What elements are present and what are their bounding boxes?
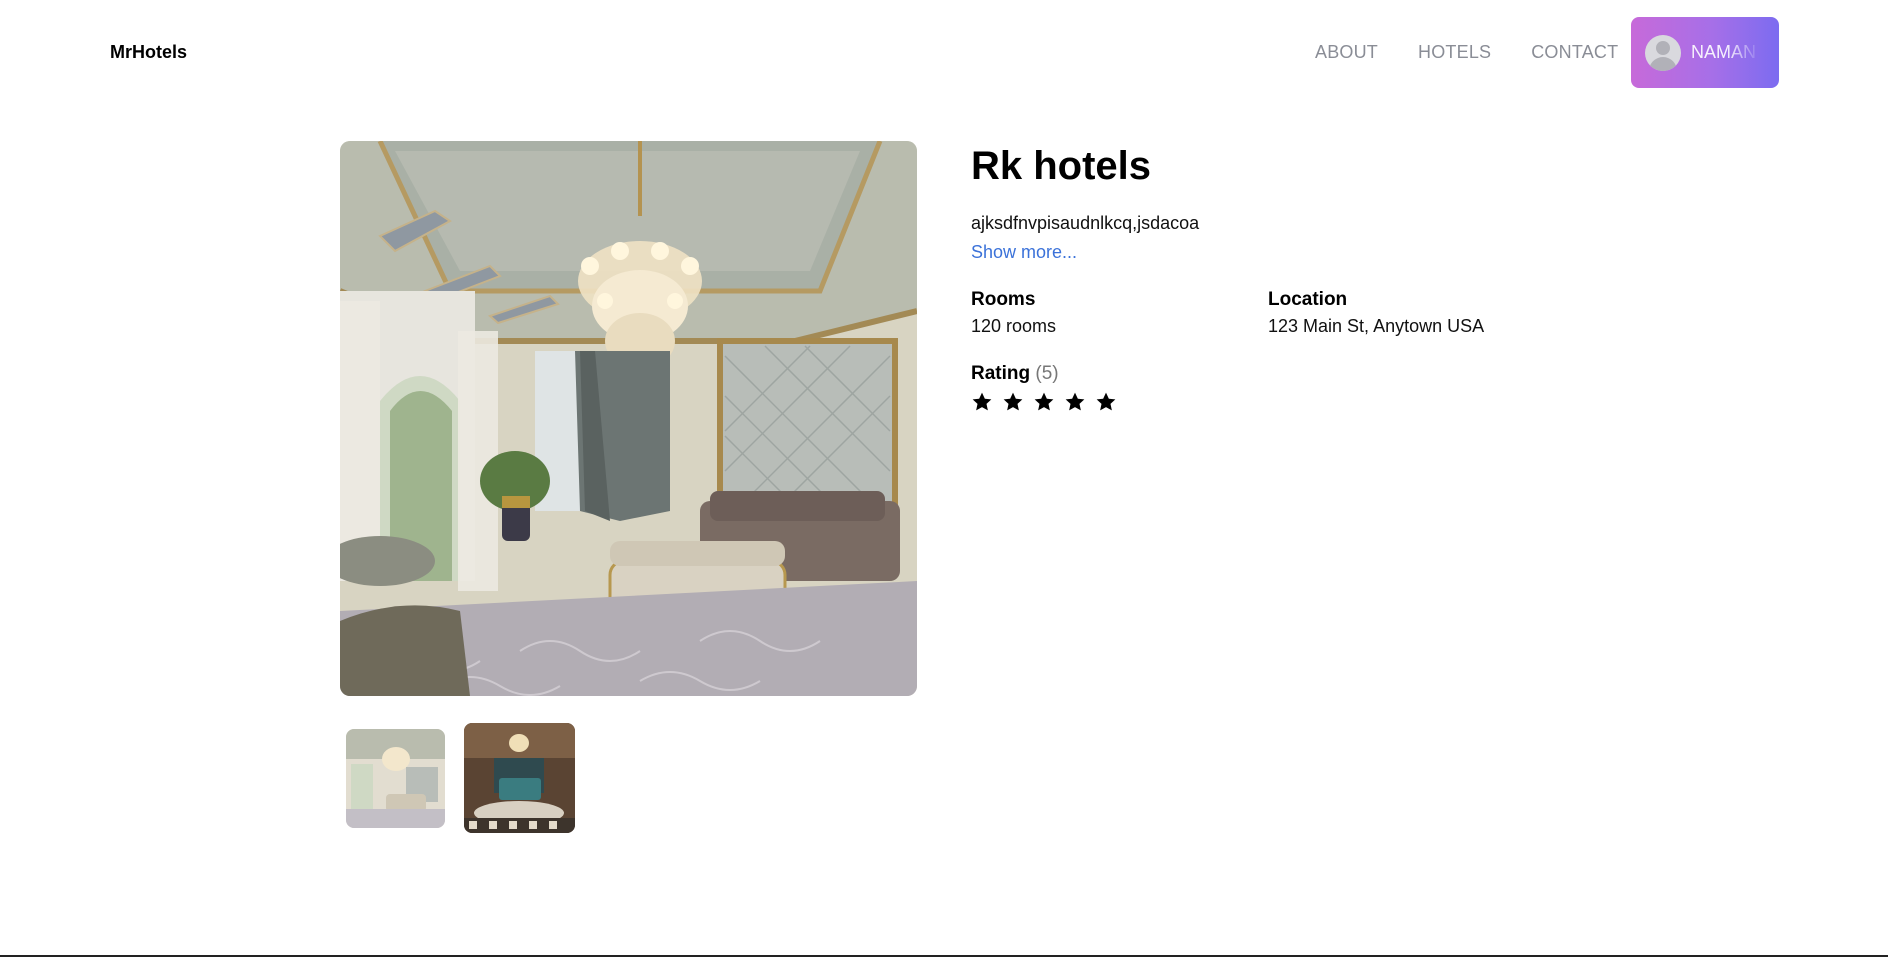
nav-about[interactable]: ABOUT — [1315, 42, 1378, 63]
hotel-name: Rk hotels — [971, 144, 1152, 188]
thumbnail-1[interactable] — [346, 729, 445, 828]
brand-logo[interactable]: MrHotels — [110, 42, 187, 63]
location-label: Location — [1268, 289, 1348, 310]
hotel-description: ajksdfnvpisaudnlkcq,jsdacoa — [971, 213, 1200, 233]
star-icon — [1065, 392, 1085, 411]
hotel-main-image — [340, 141, 917, 696]
hotel-info-row: Rooms 120 rooms Location 123 Main St, An… — [971, 289, 1571, 339]
user-menu-button[interactable]: NAMAN — [1631, 17, 1779, 88]
star-icon — [972, 392, 992, 411]
nav-hotels[interactable]: HOTELS — [1418, 42, 1491, 63]
rooms-info: Rooms 120 rooms — [971, 289, 1056, 337]
star-icon — [1096, 392, 1116, 411]
location-info: Location 123 Main St, Anytown USA — [1268, 289, 1484, 337]
rating-label: Rating (5) — [971, 363, 1571, 385]
rating-count: (5) — [1035, 363, 1059, 384]
rooms-label: Rooms — [971, 289, 1036, 310]
rooms-value: 120 rooms — [971, 316, 1057, 336]
main-nav: ABOUT HOTELS CONTACT — [1315, 42, 1618, 63]
star-icon — [1034, 392, 1054, 411]
show-more-link[interactable]: Show more... — [971, 242, 1077, 263]
rating-block: Rating (5) — [971, 363, 1571, 413]
nav-contact[interactable]: CONTACT — [1531, 42, 1618, 63]
hotel-details-page: MrHotels ABOUT HOTELS CONTACT NAMAN Rk h… — [0, 0, 1888, 957]
rating-stars — [971, 391, 1571, 413]
rating-label-text: Rating — [971, 363, 1031, 384]
user-name: NAMAN — [1691, 42, 1757, 62]
hotel-details: Rk hotels ajksdfnvpisaudnlkcq,jsdacoa Sh… — [971, 143, 1571, 413]
star-icon — [1003, 392, 1023, 411]
location-value: 123 Main St, Anytown USA — [1268, 316, 1485, 336]
thumbnail-2[interactable] — [464, 723, 575, 833]
user-avatar-icon — [1645, 34, 1681, 71]
